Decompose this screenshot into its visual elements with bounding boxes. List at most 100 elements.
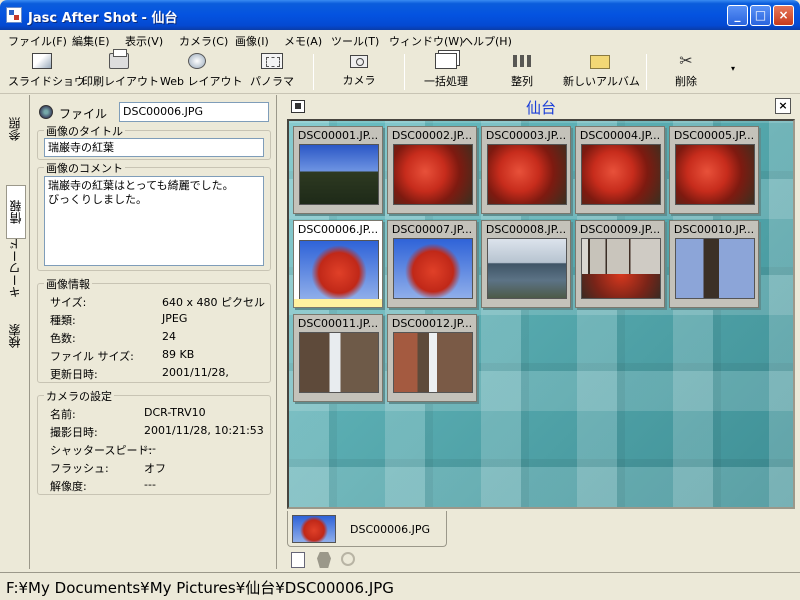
thumbnail[interactable]: DSC00005.JP... [669, 126, 759, 214]
file-label: ファイル [59, 107, 108, 121]
thumbnail-name: DSC00011.JP... [297, 317, 379, 330]
tab-search[interactable]: 検索 [6, 311, 26, 361]
tray-item-name: DSC00006.JPG [350, 523, 431, 536]
tab-keyword[interactable]: キーワード [6, 223, 26, 313]
side-tabs: 参照 情報 キーワード 検索 [0, 95, 30, 569]
tray-thumbnail [292, 515, 336, 543]
thumbnail[interactable]: DSC00010.JP... [669, 220, 759, 308]
arrange-icon [511, 53, 533, 69]
image-info-row: ファイル サイズ: 89 KB [50, 348, 195, 363]
printer-icon [109, 49, 129, 69]
image-comment-field[interactable]: 瑞巌寺の紅葉はとっても綺麗でした。 びっくりしました。 [44, 176, 264, 266]
thumbnail[interactable]: DSC00009.JP... [575, 220, 665, 308]
thumbnail-name: DSC00012.JP... [391, 317, 473, 330]
menu-edit[interactable]: 編集(E) [72, 33, 110, 49]
thumbnail-name: DSC00006.JP... [297, 223, 379, 236]
maximize-button[interactable]: □ [750, 5, 771, 26]
tab-search-label: 検索 [8, 324, 22, 348]
thumbnail-image [487, 144, 567, 205]
minimize-button[interactable]: _ [727, 5, 748, 26]
thumbnail-image [299, 144, 379, 205]
thumbnail-image [299, 240, 379, 300]
tray-item[interactable]: DSC00006.JPG [287, 511, 447, 547]
batch-icon [435, 53, 457, 69]
comment-group-label: 画像のコメント [44, 160, 125, 176]
file-info-icon [39, 105, 53, 119]
print-layout-button[interactable]: 印刷レイアウト [82, 49, 159, 91]
camera-info-row: フラッシュ: オフ [50, 462, 166, 475]
menu-tools[interactable]: ツール(T) [331, 33, 379, 49]
arrange-button[interactable]: 整列 [500, 53, 544, 91]
tab-browse[interactable]: 参照 [6, 103, 26, 155]
refresh-icon[interactable] [341, 552, 355, 566]
file-row: ファイル DSC00006.JPG [39, 102, 271, 122]
title-bar: Jasc After Shot - 仙台 _ □ × [0, 0, 800, 30]
info-panel: ファイル DSC00006.JPG 画像のタイトル 瑞巌寺の紅葉 画像のコメント… [31, 95, 277, 569]
thumbnail-name: DSC00003.JP... [485, 129, 567, 142]
image-info-group: 画像情報 サイズ: 640 x 480 ピクセル 種類: JPEG 色数: 24 ファ… [37, 276, 271, 383]
puzzle-icon[interactable] [317, 552, 331, 568]
file-name-field[interactable]: DSC00006.JPG [119, 102, 269, 122]
camera-label: カメラ [342, 74, 376, 87]
document-icon[interactable] [291, 552, 305, 568]
thumbnail[interactable]: DSC00008.JP... [481, 220, 571, 308]
web-layout-button[interactable]: Web レイアウト [160, 53, 242, 91]
title-group-label: 画像のタイトル [44, 123, 125, 139]
thumbnail-grid[interactable]: DSC00001.JP... DSC00002.JP... DSC00003.JP.… [287, 119, 795, 509]
batch-label: 一括処理 [424, 75, 468, 88]
image-info-group-label: 画像情報 [44, 276, 92, 292]
menu-memo[interactable]: メモ(A) [284, 33, 322, 49]
delete-button[interactable]: ✂ 削除 [664, 53, 708, 91]
thumbnail-name: DSC00005.JP... [673, 129, 755, 142]
thumbnail-image [393, 332, 473, 393]
thumbnail[interactable]: DSC00006.JP... [293, 220, 383, 308]
thumbnail[interactable]: DSC00011.JP... [293, 314, 383, 402]
camera-info-row: シャッタースピード: --- [50, 442, 156, 457]
menu-window[interactable]: ウィンドウ(W) [389, 33, 463, 49]
thumbnail[interactable]: DSC00002.JP... [387, 126, 477, 214]
tab-keyword-label: キーワード [8, 238, 22, 298]
album-icon [590, 55, 610, 69]
arrange-label: 整列 [511, 75, 533, 88]
menu-file[interactable]: ファイル(F) [8, 33, 67, 49]
thumbnail[interactable]: DSC00001.JP... [293, 126, 383, 214]
thumbnail-image [487, 238, 567, 299]
menu-camera[interactable]: カメラ(C) [179, 33, 228, 49]
image-title-field[interactable]: 瑞巌寺の紅葉 [44, 138, 264, 157]
thumbnail[interactable]: DSC00012.JP... [387, 314, 477, 402]
gallery-pane: 仙台 × DSC00001.JP... DSC00002.JP... DSC0000… [287, 95, 795, 509]
image-info-row: サイズ: 640 x 480 ピクセル [50, 296, 265, 309]
menu-view[interactable]: 表示(V) [125, 33, 163, 49]
globe-icon [188, 53, 206, 69]
thumbnail-name: DSC00008.JP... [485, 223, 567, 236]
app-icon[interactable] [6, 7, 22, 23]
toolbar: スライドショウ 印刷レイアウト Web レイアウト パノラマ カメラ 一括処理 … [0, 49, 800, 94]
new-album-button[interactable]: 新しいアルバム [563, 53, 640, 91]
comment-group: 画像のコメント 瑞巌寺の紅葉はとっても綺麗でした。 びっくりしました。 [37, 160, 271, 271]
slideshow-button[interactable]: スライドショウ [8, 53, 85, 91]
thumbnail[interactable]: DSC00004.JP... [575, 126, 665, 214]
print-layout-label: 印刷レイアウト [82, 75, 159, 88]
gallery-header: 仙台 × [287, 95, 795, 119]
camera-settings-group-label: カメラの設定 [44, 388, 114, 404]
status-path: F:¥My Documents¥My Pictures¥仙台¥DSC00006.… [6, 579, 394, 597]
thumbnail-name: DSC00002.JP... [391, 129, 473, 142]
menu-help[interactable]: ヘルプ(H) [462, 33, 512, 49]
camera-button[interactable]: カメラ [336, 53, 382, 91]
batch-button[interactable]: 一括処理 [416, 53, 476, 91]
panorama-button[interactable]: パノラマ [248, 53, 296, 91]
thumbnail[interactable]: DSC00003.JP... [481, 126, 571, 214]
toolbar-separator [404, 54, 405, 90]
panorama-icon [261, 53, 283, 69]
menu-image[interactable]: 画像(I) [235, 33, 269, 49]
thumbnail[interactable]: DSC00007.JP... [387, 220, 477, 308]
close-button[interactable]: × [773, 5, 794, 26]
thumbnail-image [393, 144, 473, 205]
slideshow-icon [32, 53, 52, 69]
thumbnail-name: DSC00010.JP... [673, 223, 755, 236]
window-title: Jasc After Shot - 仙台 [28, 11, 178, 26]
camera-settings-group: カメラの設定 名前: DCR-TRV10 撮影日時: 2001/11/28, 10:… [37, 388, 271, 495]
close-folder-button[interactable]: × [775, 98, 791, 114]
new-album-label: 新しいアルバム [563, 75, 640, 88]
folder-title: 仙台 [525, 99, 556, 117]
